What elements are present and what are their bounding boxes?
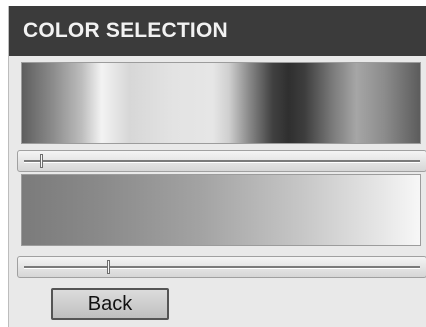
shade-slider-thumb[interactable] [106, 260, 110, 274]
shade-slider[interactable] [17, 256, 426, 278]
title-bar: COLOR SELECTION [9, 6, 426, 56]
hue-slider-thumb[interactable] [39, 154, 43, 168]
hue-gradient-strip[interactable] [21, 62, 421, 144]
hue-slider-track [24, 160, 420, 163]
shade-gradient-strip[interactable] [21, 174, 421, 246]
color-selection-panel: COLOR SELECTION Back [8, 6, 426, 327]
page-title: COLOR SELECTION [23, 19, 228, 42]
shade-slider-track [24, 266, 420, 269]
back-button[interactable]: Back [51, 288, 169, 320]
hue-slider[interactable] [17, 150, 426, 172]
